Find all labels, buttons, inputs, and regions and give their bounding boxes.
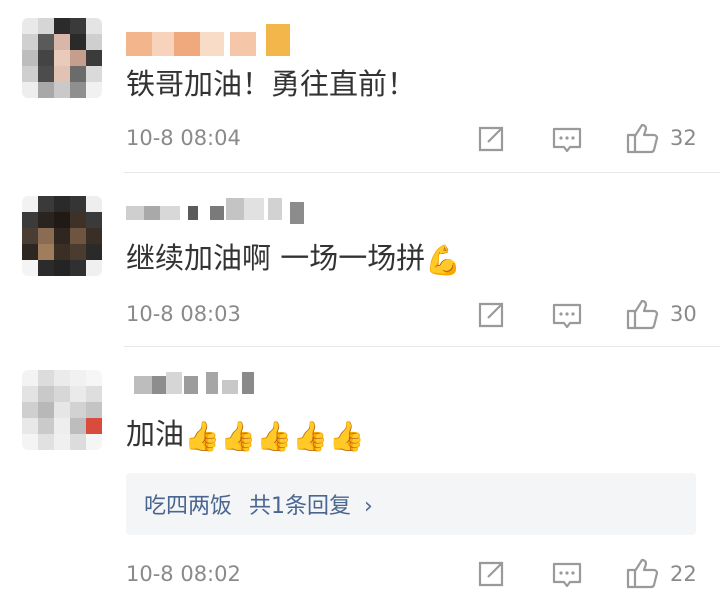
reply-summary[interactable]: 吃四两饭 共1条回复 › (126, 473, 696, 535)
comment-time: 10-8 08:04 (126, 126, 241, 150)
reply-summary-text: 吃四两饭 共1条回复 › (144, 488, 373, 520)
thumbs-up-icon[interactable] (624, 120, 660, 156)
comment-icon[interactable] (549, 297, 585, 333)
reply-count-link[interactable]: 共1条回复 (249, 494, 351, 519)
chevron-right-icon: › (364, 494, 373, 519)
divider (124, 172, 720, 173)
comment-text: 铁哥加油！勇往直前！ (126, 67, 417, 101)
comment-time: 10-8 08:03 (126, 302, 241, 326)
avatar[interactable] (22, 196, 102, 276)
thumbs-up-icon[interactable] (624, 555, 660, 591)
thumbs-up-icon[interactable] (624, 296, 660, 332)
comment-text-body: 加油 (126, 417, 185, 451)
like-count: 32 (670, 126, 697, 150)
thumbs-up-emoji-row: 👍👍👍👍👍 (184, 419, 365, 453)
avatar[interactable] (22, 370, 102, 450)
share-icon[interactable] (472, 556, 508, 592)
comment-time: 10-8 08:02 (126, 562, 241, 586)
share-icon[interactable] (472, 297, 508, 333)
divider (124, 346, 720, 347)
like-count: 22 (670, 562, 697, 586)
like-count: 30 (670, 302, 697, 326)
username-redacted[interactable] (126, 372, 266, 396)
reply-author[interactable]: 吃四两饭 (144, 494, 232, 519)
avatar[interactable] (22, 18, 102, 98)
flexed-biceps-emoji: 💪 (425, 243, 462, 277)
username-redacted[interactable] (126, 198, 326, 224)
username-redacted[interactable] (126, 24, 296, 56)
comment-text-body: 继续加油啊 一场一场拼 (126, 241, 426, 275)
comment-text: 继续加油啊 一场一场拼💪 (126, 238, 461, 280)
comment-text: 加油👍👍👍👍👍 (126, 414, 365, 456)
comment-icon[interactable] (549, 121, 585, 157)
comment-icon[interactable] (549, 556, 585, 592)
share-icon[interactable] (472, 121, 508, 157)
